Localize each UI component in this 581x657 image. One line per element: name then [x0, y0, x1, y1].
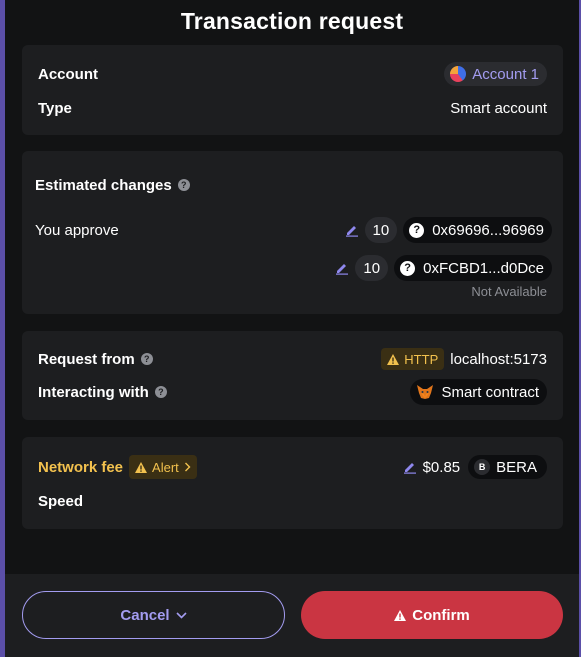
estimated-changes-card: Estimated changes ? You approve 10 ? 0x6… [22, 151, 563, 314]
http-label: HTTP [404, 351, 439, 367]
page-title: Transaction request [180, 8, 404, 34]
network-fee-label: Network fee [38, 458, 124, 476]
fee-value-group: $0.85 B BERA [403, 455, 547, 479]
help-icon[interactable]: ? [177, 179, 190, 191]
type-label: Type [38, 99, 72, 117]
estimated-changes-title: Estimated changes ? [35, 177, 190, 194]
token-address-pill[interactable]: ? 0xFCBD1...d0Dce [394, 255, 552, 281]
origin-host: localhost:5173 [450, 350, 547, 368]
request-card: Request from ? HTTP localhost:5173 Inter… [22, 331, 563, 420]
edit-amount-icon[interactable] [335, 261, 349, 275]
alert-tag[interactable]: Alert [129, 455, 197, 479]
account-pill[interactable]: Account 1 [444, 62, 547, 86]
unknown-token-icon: ? [400, 260, 416, 276]
contract-name: Smart contract [441, 383, 539, 401]
metamask-fox-icon [417, 385, 434, 399]
request-from-label: Request from [38, 350, 135, 368]
token-pill[interactable]: B BERA [468, 455, 547, 479]
warning-icon [387, 353, 400, 365]
edit-fee-icon[interactable] [403, 460, 417, 474]
fiat-value-note: Not Available [471, 283, 547, 299]
approval-amount: 10 [355, 255, 389, 281]
interacting-with-label: Interacting with [38, 383, 149, 401]
token-address-pill[interactable]: ? 0x69696...96969 [403, 217, 552, 243]
approve-label: You approve [35, 221, 119, 239]
warning-icon [135, 461, 148, 473]
request-from-title: Request from ? [38, 351, 153, 368]
confirm-label: Confirm [412, 606, 470, 624]
bera-token-icon: B [474, 459, 491, 475]
token-address: 0x69696...96969 [432, 221, 544, 239]
token-symbol: BERA [496, 458, 537, 476]
contract-pill[interactable]: Smart contract [410, 379, 547, 405]
approval-row: 10 ? 0xFCBD1...d0Dce [335, 255, 552, 281]
interacting-with-title: Interacting with ? [38, 384, 167, 401]
chevron-right-icon [184, 462, 191, 472]
footer: Cancel Confirm [5, 574, 579, 657]
network-fee-title: Network fee Alert [38, 455, 197, 479]
http-warning-badge[interactable]: HTTP [381, 348, 445, 370]
cancel-button[interactable]: Cancel [22, 591, 285, 639]
speed-label: Speed [38, 492, 84, 510]
account-name: Account 1 [472, 65, 539, 83]
edit-amount-icon[interactable] [345, 223, 359, 237]
token-address: 0xFCBD1...d0Dce [423, 259, 544, 277]
confirm-button[interactable]: Confirm [301, 591, 563, 639]
chevron-down-icon [176, 611, 187, 619]
type-value: Smart account [450, 99, 547, 117]
estimated-changes-label: Estimated changes [35, 176, 172, 194]
fee-value: $0.85 [422, 458, 461, 476]
network-fee-card: Network fee Alert $0.85 B BERA Speed [22, 437, 563, 529]
warning-icon [394, 609, 407, 621]
help-icon[interactable]: ? [154, 386, 167, 398]
account-avatar [450, 66, 467, 82]
help-icon[interactable]: ? [140, 353, 153, 365]
approval-amount: 10 [364, 217, 398, 243]
approval-row: 10 ? 0x69696...96969 [345, 217, 552, 243]
confirmation-screen: Transaction request Account Account 1 Ty… [5, 0, 579, 657]
account-card: Account Account 1 Type Smart account [22, 45, 563, 135]
cancel-label: Cancel [120, 606, 170, 624]
unknown-token-icon: ? [409, 222, 425, 238]
alert-label: Alert [152, 459, 179, 475]
account-label: Account [38, 65, 98, 83]
request-origin: HTTP localhost:5173 [381, 348, 547, 370]
